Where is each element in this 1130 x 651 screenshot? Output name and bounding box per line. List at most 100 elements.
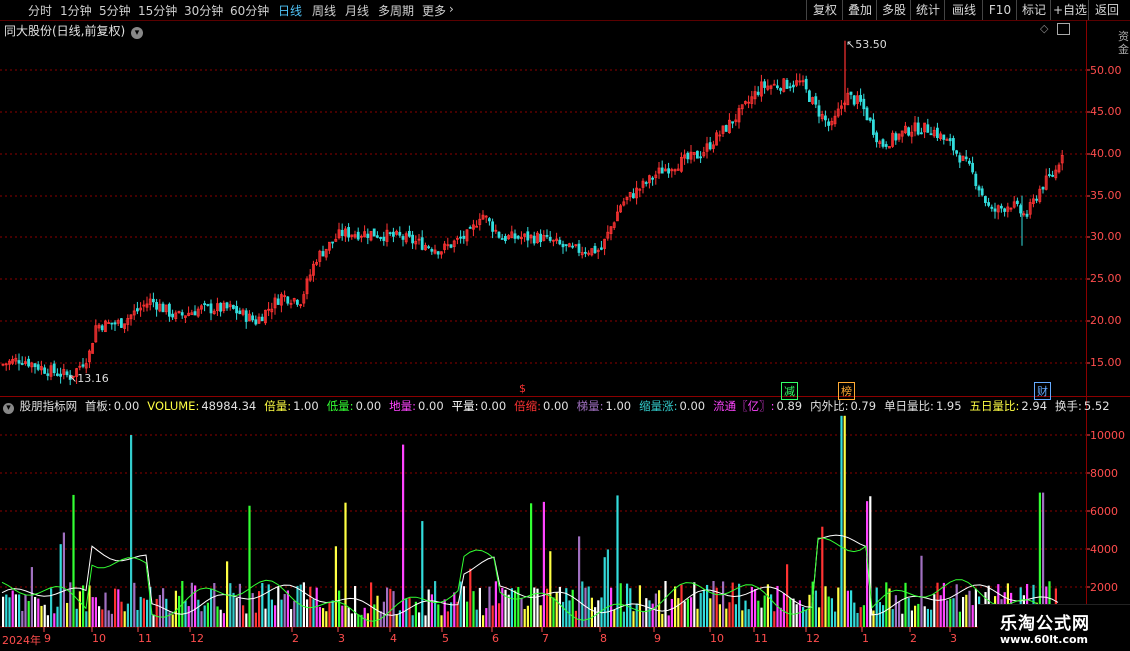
candle-body bbox=[862, 98, 866, 110]
candle-body bbox=[916, 122, 920, 135]
volume-bar bbox=[238, 583, 241, 627]
volume-bar bbox=[405, 599, 408, 627]
candle-body bbox=[955, 150, 958, 154]
volume-bar bbox=[482, 615, 485, 627]
volume-bar bbox=[702, 589, 705, 627]
low-price-value: 13.16 bbox=[77, 372, 109, 385]
volume-bar bbox=[206, 602, 209, 627]
volume-bar bbox=[85, 611, 88, 627]
candle-body bbox=[776, 85, 779, 89]
indicator-item-value: 0.00 bbox=[679, 399, 706, 413]
pane-separator bbox=[0, 396, 1130, 397]
indicator-item: 流通〖亿〗: 0.89 bbox=[713, 399, 806, 413]
volume-bar bbox=[635, 603, 638, 627]
volume-bar bbox=[725, 608, 728, 627]
candle-body bbox=[907, 127, 910, 136]
indicator-item-label: 首板: bbox=[84, 399, 112, 413]
volume-bar bbox=[322, 608, 325, 627]
price-axis-label: 30.00 bbox=[1090, 230, 1122, 243]
volume-bar bbox=[709, 598, 712, 627]
volume-bar bbox=[475, 609, 478, 627]
indicator-item-label: 梯量: bbox=[576, 399, 604, 413]
candle-body bbox=[20, 363, 24, 365]
candle-body bbox=[936, 127, 939, 139]
volume-bar bbox=[958, 611, 961, 627]
volume-bar bbox=[306, 599, 309, 627]
volume-bar bbox=[923, 606, 926, 627]
volume-bar bbox=[126, 603, 129, 627]
volume-axis-label: 4000 bbox=[1090, 543, 1118, 556]
volume-bar bbox=[440, 615, 443, 627]
indicator-item-label: 倍量: bbox=[264, 399, 292, 413]
candle-body bbox=[1048, 174, 1051, 176]
volume-bar bbox=[962, 596, 965, 627]
event-marker-dollar[interactable]: $ bbox=[517, 382, 528, 395]
volume-bar bbox=[229, 583, 232, 627]
volume-bar bbox=[178, 595, 181, 627]
indicator-item-value: 1.00 bbox=[293, 399, 319, 413]
volume-bar bbox=[514, 590, 517, 627]
time-axis-label: 11 bbox=[754, 632, 768, 645]
volume-bar bbox=[43, 604, 46, 627]
time-axis-label: 3 bbox=[338, 632, 345, 645]
chevron-down-icon[interactable]: ▾ bbox=[3, 403, 14, 414]
candle-body bbox=[808, 90, 811, 102]
volume-bar bbox=[856, 612, 859, 627]
volume-bar bbox=[891, 609, 894, 627]
volume-bar bbox=[37, 598, 40, 627]
volume-bar bbox=[226, 561, 229, 627]
candle-body bbox=[817, 105, 821, 117]
volume-bar bbox=[315, 587, 318, 627]
volume-bar bbox=[914, 605, 917, 627]
volume-axis-label: 8000 bbox=[1090, 467, 1118, 480]
volume-bar bbox=[434, 581, 437, 627]
indicator-name[interactable]: 股朋指标网 bbox=[20, 399, 78, 413]
volume-bar bbox=[325, 611, 328, 627]
candle-body bbox=[225, 302, 229, 309]
candle-body bbox=[660, 167, 664, 174]
candle-body bbox=[500, 238, 504, 240]
volume-bar bbox=[18, 594, 21, 627]
candle-body bbox=[593, 245, 597, 254]
volume-bar bbox=[130, 435, 133, 627]
candle-body bbox=[1041, 186, 1045, 190]
candle-body bbox=[571, 245, 574, 248]
volume-bar bbox=[334, 546, 337, 627]
time-axis-label: 12 bbox=[190, 632, 204, 645]
candle-body bbox=[1000, 205, 1003, 209]
candle-body bbox=[756, 91, 760, 95]
volume-bar bbox=[664, 581, 667, 627]
volume-bar bbox=[72, 494, 75, 627]
volume-bar bbox=[408, 598, 411, 627]
volume-bar bbox=[418, 612, 421, 627]
volume-bar bbox=[763, 595, 766, 627]
price-axis-label: 15.00 bbox=[1090, 356, 1122, 369]
volume-bar bbox=[370, 582, 373, 627]
indicator-item: VOLUME: 48984.34 bbox=[147, 399, 260, 413]
volume-bar bbox=[680, 584, 683, 627]
indicator-item: 倍量: 1.00 bbox=[264, 399, 322, 413]
volume-bar bbox=[904, 582, 907, 627]
time-axis-label: 11 bbox=[138, 632, 152, 645]
price-axis-label: 45.00 bbox=[1090, 105, 1122, 118]
indicator-item-value: 0.00 bbox=[543, 399, 569, 413]
volume-bar bbox=[216, 606, 219, 627]
volume-bar bbox=[312, 599, 315, 627]
volume-bar bbox=[290, 609, 293, 627]
candle-body bbox=[849, 91, 853, 95]
candle-body bbox=[577, 243, 581, 253]
candle-body bbox=[558, 239, 562, 245]
candle-body bbox=[161, 303, 165, 313]
candle-body bbox=[231, 304, 235, 309]
time-axis-label: 4 bbox=[390, 632, 397, 645]
volume-bar bbox=[850, 590, 853, 627]
volume-bar bbox=[728, 602, 731, 627]
indicator-item-label: 流通〖亿〗: bbox=[713, 399, 775, 413]
candle-body bbox=[347, 227, 351, 238]
kline-chart[interactable] bbox=[0, 0, 1130, 650]
volume-bar bbox=[901, 613, 904, 627]
volume-bar bbox=[603, 557, 606, 627]
high-price-value: 53.50 bbox=[855, 38, 887, 51]
volume-bar bbox=[558, 586, 561, 627]
candle-body bbox=[827, 121, 830, 126]
